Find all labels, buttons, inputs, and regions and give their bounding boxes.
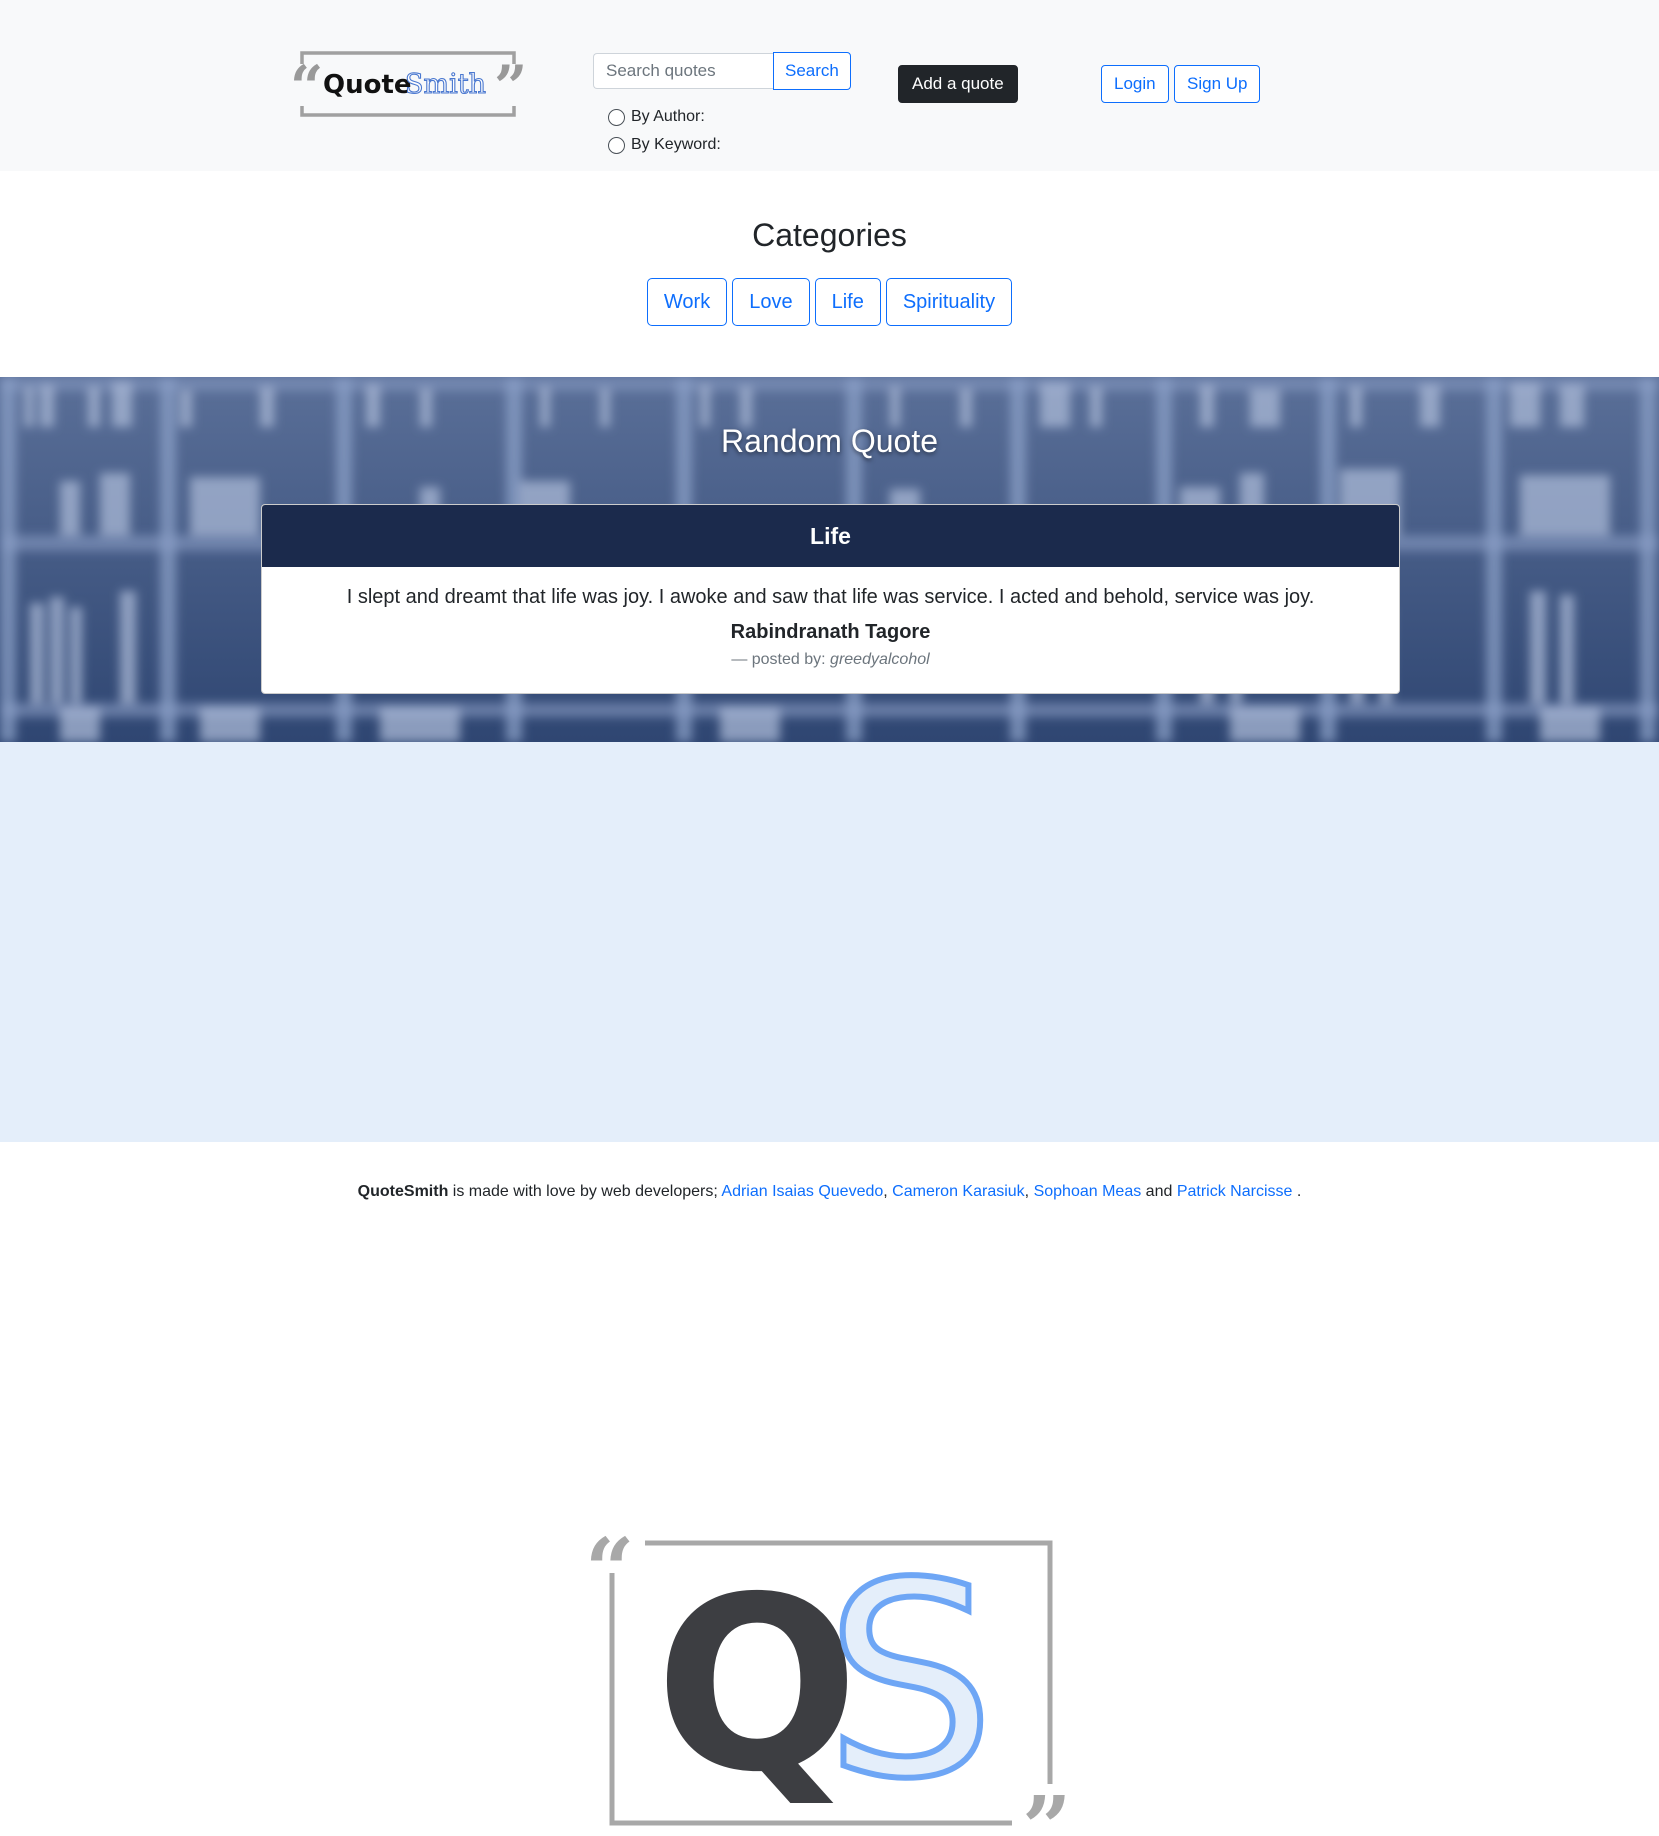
footer-sep-2: , xyxy=(1024,1183,1030,1200)
qs-logo: “ ” Q S xyxy=(585,1526,1071,1836)
developer-link-patrick[interactable]: Patrick Narcisse xyxy=(1177,1183,1293,1200)
posted-by-user: greedyalcohol xyxy=(830,651,930,668)
by-author-label: By Author: xyxy=(631,108,705,125)
signup-button[interactable]: Sign Up xyxy=(1174,65,1261,103)
developer-link-adrian[interactable]: Adrian Isaias Quevedo xyxy=(721,1183,883,1200)
search-button[interactable]: Search xyxy=(773,52,851,90)
svg-text:Quote: Quote xyxy=(323,70,412,100)
svg-text:S: S xyxy=(825,1526,995,1836)
developer-link-cameron[interactable]: Cameron Karasiuk xyxy=(892,1183,1025,1200)
login-button[interactable]: Login xyxy=(1101,65,1169,103)
category-spirituality-button[interactable]: Spirituality xyxy=(885,278,1013,326)
footer-end: . xyxy=(1296,1183,1302,1200)
footer-sep-1: , xyxy=(883,1183,888,1200)
navbar: “ ” Quote Smith Search By Author: By Key… xyxy=(0,0,1659,171)
quote-category-header: Life xyxy=(262,505,1399,567)
quote-author: Rabindranath Tagore xyxy=(730,621,931,643)
categories-title: Categories xyxy=(752,217,907,253)
quote-text: I slept and dreamt that life was joy. I … xyxy=(346,586,1315,608)
category-buttons: Work Love Life Spirituality xyxy=(0,278,1659,326)
quotesmith-logo[interactable]: “ ” Quote Smith xyxy=(286,50,531,120)
svg-text:“: “ xyxy=(290,53,323,120)
search-input[interactable] xyxy=(593,53,773,89)
footer-and: and xyxy=(1145,1183,1173,1200)
category-life-button[interactable]: Life xyxy=(814,278,881,326)
categories-section: Categories Work Love Life Spirituality xyxy=(0,171,1659,377)
footer-brand: QuoteSmith xyxy=(357,1183,449,1200)
search-group: Search xyxy=(593,52,851,90)
footer-credits: QuoteSmith is made with love by web deve… xyxy=(0,1142,1659,1201)
search-by-keyword-option[interactable]: By Keyword: xyxy=(608,136,721,154)
svg-text:Smith: Smith xyxy=(405,69,486,100)
svg-text:“: “ xyxy=(585,1526,634,1621)
svg-text:”: ” xyxy=(1022,1778,1071,1836)
random-quote-section: Random Quote Life I slept and dreamt tha… xyxy=(0,377,1659,742)
posted-by-prefix: — posted by: xyxy=(731,651,826,668)
add-quote-button[interactable]: Add a quote xyxy=(898,65,1018,103)
category-work-button[interactable]: Work xyxy=(646,278,728,326)
radio-author[interactable] xyxy=(608,108,625,126)
by-keyword-label: By Keyword: xyxy=(631,136,721,153)
radio-keyword[interactable] xyxy=(608,136,625,154)
svg-text:”: ” xyxy=(494,53,527,120)
category-love-button[interactable]: Love xyxy=(732,278,810,326)
search-by-author-option[interactable]: By Author: xyxy=(608,108,705,126)
footer-made-with: is made with love by web developers; xyxy=(452,1183,718,1200)
footer: QuoteSmith is made with love by web deve… xyxy=(0,1142,1659,1260)
hero-logo-section: “ ” Q S xyxy=(0,742,1659,1836)
developer-link-sophoan[interactable]: Sophoan Meas xyxy=(1034,1183,1142,1200)
quote-posted-by: — posted by: greedyalcohol xyxy=(262,651,1399,669)
quote-card: Life I slept and dreamt that life was jo… xyxy=(261,504,1400,694)
random-quote-title: Random Quote xyxy=(720,423,938,459)
